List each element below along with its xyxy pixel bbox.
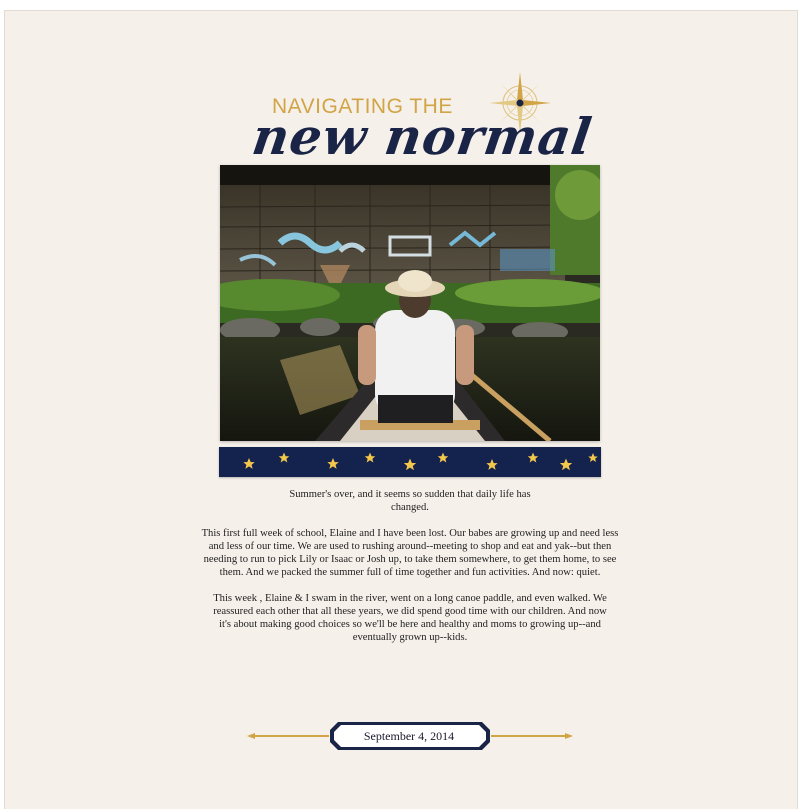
scrapbook-page: NAVIGATING THE new normal Summer's over,… (5, 11, 797, 809)
journal-paragraph-1: Summer's over, and it seems so sudden th… (289, 489, 531, 513)
canoe-photo (220, 165, 600, 441)
date-label: September 4, 2014 (363, 729, 455, 743)
journal-paragraph-3: This week , Elaine & I swam in the river… (213, 593, 607, 643)
journal-paragraph-2: This first full week of school, Elaine a… (201, 528, 619, 578)
star-ribbon (219, 447, 601, 477)
date-plaque: September 4, 2014 (245, 719, 575, 753)
journal-text: Summer's over, and it seems so sudden th… (200, 488, 620, 657)
